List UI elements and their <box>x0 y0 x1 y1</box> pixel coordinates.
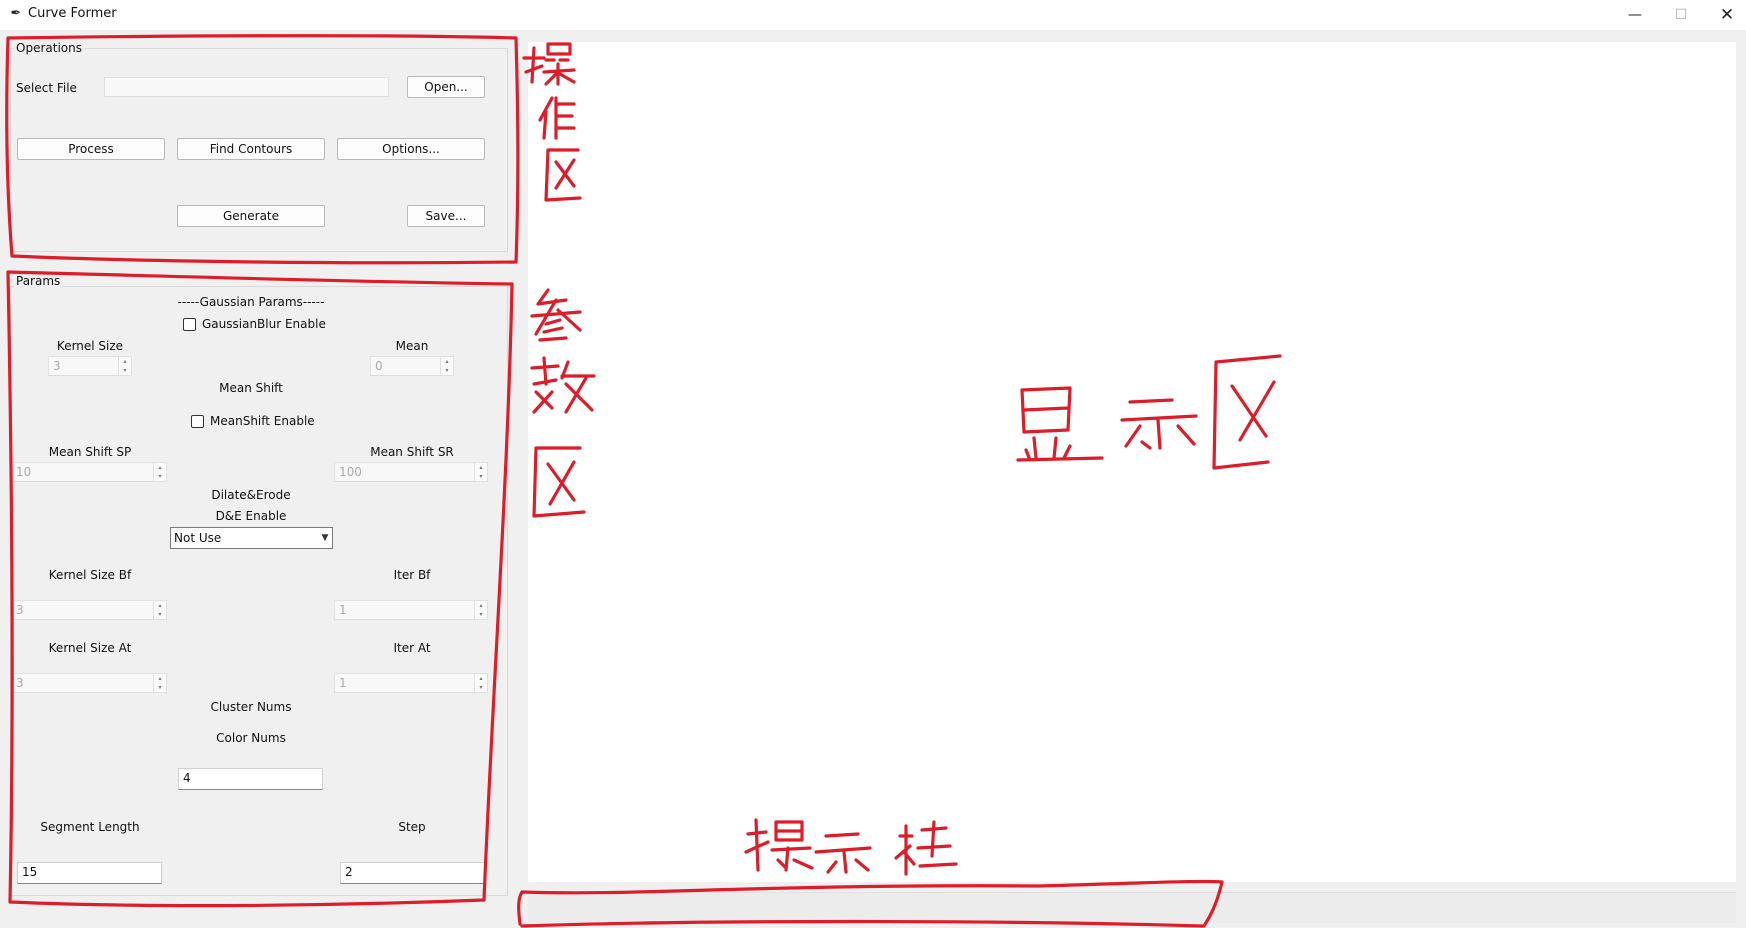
mean-shift-sp-spinbox[interactable]: 10 ▴ ▾ <box>13 462 167 482</box>
mean-value[interactable]: 0 <box>370 356 440 376</box>
spin-up-icon[interactable]: ▴ <box>475 601 487 610</box>
save-button[interactable]: Save... <box>407 205 485 227</box>
mean-label: Mean <box>395 339 429 353</box>
spin-arrows[interactable]: ▴ ▾ <box>153 600 167 620</box>
maximize-button[interactable]: ☐ <box>1658 0 1704 30</box>
spin-arrows[interactable]: ▴ ▾ <box>474 673 488 693</box>
mean-shift-header: Mean Shift <box>219 381 283 395</box>
window-title: Curve Former <box>28 6 117 21</box>
generate-button[interactable]: Generate <box>177 205 325 227</box>
close-button[interactable]: ✕ <box>1704 0 1746 30</box>
color-nums-input[interactable]: 4 <box>178 768 323 790</box>
checkbox-box[interactable] <box>183 317 196 331</box>
de-enable-select[interactable]: Not Use ▼ <box>170 527 333 549</box>
find-contours-button[interactable]: Find Contours <box>177 138 325 160</box>
iter-bf-value[interactable]: 1 <box>334 600 474 620</box>
params-legend: Params <box>14 274 63 288</box>
mean-shift-sr-spinbox[interactable]: 100 ▴ ▾ <box>334 462 488 482</box>
kernel-size-bf-label: Kernel Size Bf <box>48 568 132 582</box>
operations-legend: Operations <box>14 41 84 55</box>
spin-down-icon[interactable]: ▾ <box>441 366 453 375</box>
gaussian-enable-label: GaussianBlur Enable <box>202 317 326 331</box>
spin-arrows[interactable]: ▴ ▾ <box>118 356 132 376</box>
minimize-button[interactable]: — <box>1612 0 1658 30</box>
step-label: Step <box>398 820 426 834</box>
file-path-input[interactable] <box>104 77 389 97</box>
title-bar <box>0 0 1746 30</box>
gaussian-params-header: -----Gaussian Params----- <box>177 295 325 309</box>
spin-down-icon[interactable]: ▾ <box>475 610 487 619</box>
open-button[interactable]: Open... <box>407 76 485 98</box>
select-file-label: Select File <box>16 81 77 95</box>
color-nums-label: Color Nums <box>216 731 286 745</box>
iter-at-spinbox[interactable]: 1 ▴ ▾ <box>334 673 488 693</box>
spin-arrows[interactable]: ▴ ▾ <box>153 462 167 482</box>
spin-arrows[interactable]: ▴ ▾ <box>474 600 488 620</box>
kernel-size-bf-spinbox[interactable]: 3 ▴ ▾ <box>13 600 167 620</box>
spin-down-icon[interactable]: ▾ <box>475 472 487 481</box>
kernel-size-label: Kernel Size <box>56 339 124 353</box>
spin-arrows[interactable]: ▴ ▾ <box>153 673 167 693</box>
status-bar <box>528 892 1736 923</box>
de-enable-label: D&E Enable <box>215 509 287 523</box>
segment-length-label: Segment Length <box>40 820 140 834</box>
kernel-size-at-value[interactable]: 3 <box>13 673 153 693</box>
kernel-size-at-label: Kernel Size At <box>48 641 132 655</box>
spin-up-icon[interactable]: ▴ <box>154 674 166 683</box>
dilate-erode-header: Dilate&Erode <box>211 488 291 502</box>
display-canvas[interactable] <box>528 42 1736 882</box>
cluster-nums-label: Cluster Nums <box>210 700 292 714</box>
spin-arrows[interactable]: ▴ ▾ <box>440 356 454 376</box>
mean-shift-sp-label: Mean Shift SP <box>48 445 132 459</box>
spin-up-icon[interactable]: ▴ <box>475 463 487 472</box>
feather-icon: ✒ <box>10 6 22 21</box>
spin-up-icon[interactable]: ▴ <box>119 357 131 366</box>
iter-bf-label: Iter Bf <box>393 568 431 582</box>
kernel-size-value[interactable]: 3 <box>48 356 118 376</box>
mean-shift-sr-label: Mean Shift SR <box>370 445 454 459</box>
iter-bf-spinbox[interactable]: 1 ▴ ▾ <box>334 600 488 620</box>
chevron-down-icon[interactable]: ▼ <box>318 528 332 548</box>
spin-down-icon[interactable]: ▾ <box>119 366 131 375</box>
checkbox-box[interactable] <box>191 414 204 428</box>
meanshift-enable-label: MeanShift Enable <box>210 414 315 428</box>
options-button[interactable]: Options... <box>337 138 485 160</box>
iter-at-value[interactable]: 1 <box>334 673 474 693</box>
kernel-size-bf-value[interactable]: 3 <box>13 600 153 620</box>
kernel-size-spinbox[interactable]: 3 ▴ ▾ <box>48 356 132 376</box>
spin-down-icon[interactable]: ▾ <box>475 683 487 692</box>
iter-at-label: Iter At <box>393 641 431 655</box>
meanshift-enable-checkbox[interactable]: MeanShift Enable <box>191 414 315 428</box>
de-enable-selected: Not Use <box>174 531 222 545</box>
params-group <box>10 286 508 896</box>
segment-length-input[interactable]: 15 <box>17 862 162 884</box>
mean-spinbox[interactable]: 0 ▴ ▾ <box>370 356 454 376</box>
spin-up-icon[interactable]: ▴ <box>441 357 453 366</box>
spin-up-icon[interactable]: ▴ <box>475 674 487 683</box>
process-button[interactable]: Process <box>17 138 165 160</box>
spin-up-icon[interactable]: ▴ <box>154 463 166 472</box>
step-input[interactable]: 2 <box>340 862 485 884</box>
spin-down-icon[interactable]: ▾ <box>154 472 166 481</box>
spin-up-icon[interactable]: ▴ <box>154 601 166 610</box>
mean-shift-sr-value[interactable]: 100 <box>334 462 474 482</box>
gaussian-enable-checkbox[interactable]: GaussianBlur Enable <box>183 317 326 331</box>
spin-arrows[interactable]: ▴ ▾ <box>474 462 488 482</box>
spin-down-icon[interactable]: ▾ <box>154 683 166 692</box>
spin-down-icon[interactable]: ▾ <box>154 610 166 619</box>
kernel-size-at-spinbox[interactable]: 3 ▴ ▾ <box>13 673 167 693</box>
mean-shift-sp-value[interactable]: 10 <box>13 462 153 482</box>
